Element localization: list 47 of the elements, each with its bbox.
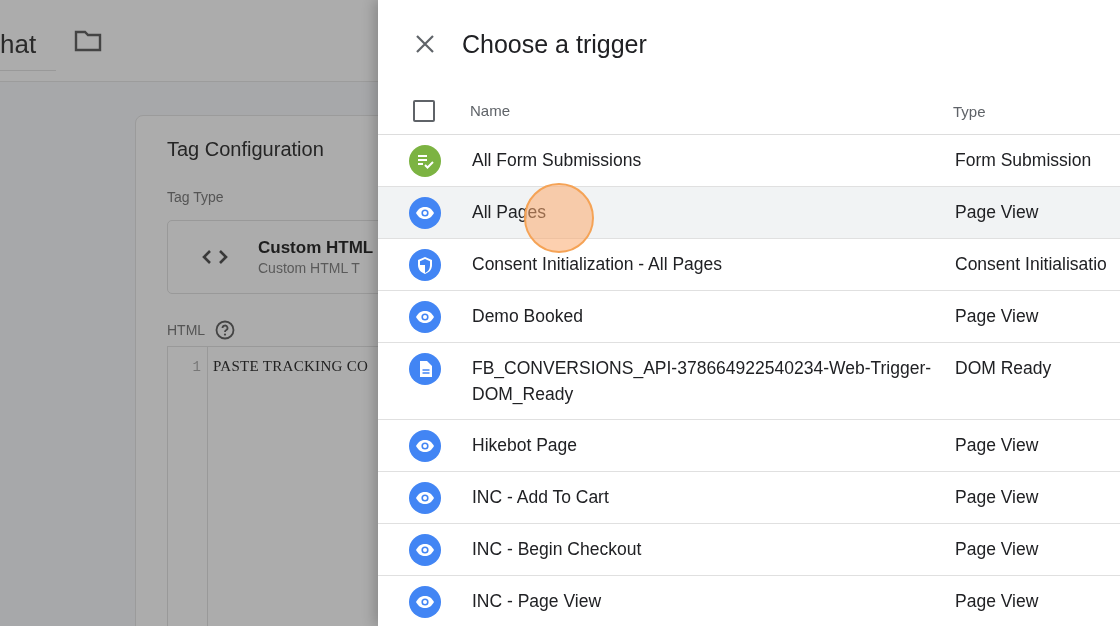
eye-icon <box>409 197 441 229</box>
trigger-type: DOM Ready <box>955 357 1052 380</box>
code-line: PASTE TRACKING CO <box>213 358 369 374</box>
folder-icon[interactable] <box>74 29 103 52</box>
eye-icon <box>409 430 441 462</box>
document-icon <box>409 353 441 385</box>
trigger-type: Page View <box>955 434 1039 457</box>
column-header[interactable]: Name <box>470 102 510 119</box>
name-field[interactable]: hat <box>0 16 57 71</box>
card-title: Tag Configuration <box>167 138 324 161</box>
column-header[interactable]: Type <box>953 102 986 120</box>
close-icon[interactable] <box>415 34 435 54</box>
trigger-name: Consent Initialization - All Pages <box>472 253 723 276</box>
trigger-name: INC - Begin Checkout <box>472 538 643 561</box>
html-label: HTML <box>167 322 206 338</box>
trigger-type: Consent Initialisatio <box>955 253 1107 276</box>
trigger-type: Page View <box>955 305 1039 328</box>
checklist-icon <box>409 145 441 177</box>
eye-icon <box>409 482 441 514</box>
select-all-checkbox[interactable] <box>413 100 435 122</box>
trigger-type: Page View <box>955 538 1039 561</box>
tag-type-title: Custom HTML <box>258 238 374 258</box>
panel-title: Choose a trigger <box>462 29 647 59</box>
trigger-name: INC - Add To Cart <box>472 486 610 509</box>
trigger-name: Hikebot Page <box>472 434 579 457</box>
tag-type-label: Tag Type <box>167 189 224 205</box>
eye-icon <box>409 534 441 566</box>
trigger-row[interactable]: FB_CONVERSIONS_API-378664922540234-Web-Trigger-DOM_Ready DOM Ready <box>378 343 1120 420</box>
trigger-row[interactable]: Demo Booked Page View <box>378 291 1120 343</box>
eye-icon <box>409 586 441 618</box>
trigger-row[interactable]: INC - Page View Page View <box>378 576 1120 626</box>
tag-type-subtitle: Custom HTML T <box>258 260 361 276</box>
trigger-name: Demo Booked <box>472 305 584 328</box>
trigger-type: Page View <box>955 201 1039 224</box>
trigger-name: INC - Page View <box>472 590 603 613</box>
trigger-name: All Form Submissions <box>472 149 643 172</box>
shield-icon <box>409 249 441 281</box>
trigger-row[interactable]: INC - Add To Cart Page View <box>378 472 1120 524</box>
trigger-type: Page View <box>955 590 1039 613</box>
trigger-type: Form Submission <box>955 149 1092 172</box>
trigger-row[interactable]: Hikebot Page Page View <box>378 420 1120 472</box>
help-icon[interactable] <box>215 320 236 340</box>
trigger-name: FB_CONVERSIONS_API-378664922540234-Web-Trigger-DOM_Ready <box>472 357 933 407</box>
trigger-row[interactable]: INC - Begin Checkout Page View <box>378 524 1120 576</box>
eye-icon <box>409 301 441 333</box>
trigger-row[interactable]: Consent Initialization - All Pages Consent Initialisatio <box>378 239 1120 291</box>
trigger-type: Page View <box>955 486 1039 509</box>
